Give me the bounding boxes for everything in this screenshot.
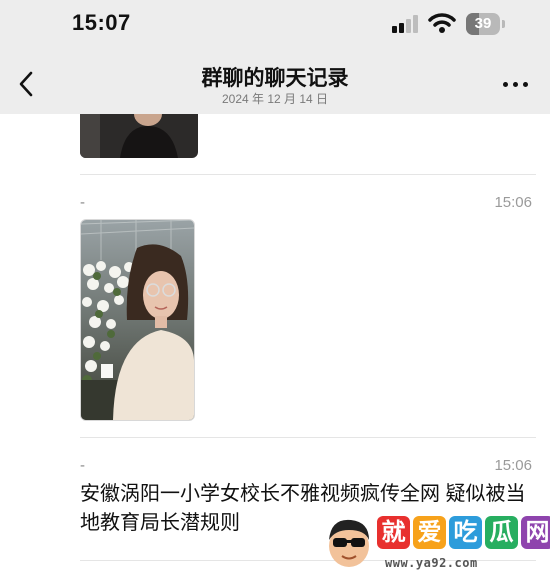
message-time: 15:06 [494, 457, 532, 474]
page-subtitle-date: 2024 年 12 月 14 日 [221, 92, 329, 106]
battery-icon: 39 [466, 13, 506, 35]
wifi-icon [428, 13, 456, 33]
message-photo[interactable] [80, 219, 195, 421]
watermark-char: 爱 [413, 516, 446, 549]
message-sender: - [80, 457, 85, 474]
watermark-url: www.ya92.com [385, 556, 478, 570]
message-time: 15:06 [494, 194, 532, 211]
watermark-title: 就爱吃瓜网 [377, 516, 550, 552]
watermark-char: 吃 [449, 516, 482, 549]
watermark-char: 瓜 [485, 516, 518, 549]
watermark-char: 网 [521, 516, 550, 549]
previous-message-photo[interactable] [80, 114, 198, 158]
message-divider [80, 174, 536, 175]
battery-level: 39 [474, 15, 492, 32]
status-bar: 15:07 39 [0, 0, 550, 52]
page-title: 群聊的聊天记录 [201, 67, 349, 90]
more-options-icon[interactable] [503, 82, 529, 90]
site-watermark: 就爱吃瓜网 www.ya92.com [325, 506, 550, 576]
cellular-signal-icon [392, 15, 418, 33]
message-divider [80, 437, 536, 438]
message-sender: - [80, 194, 85, 211]
mascot-sunglasses-icon [329, 519, 369, 567]
nav-bar: 群聊的聊天记录 2024 年 12 月 14 日 [0, 52, 550, 110]
watermark-char: 就 [377, 516, 410, 549]
status-time: 15:07 [72, 10, 131, 35]
